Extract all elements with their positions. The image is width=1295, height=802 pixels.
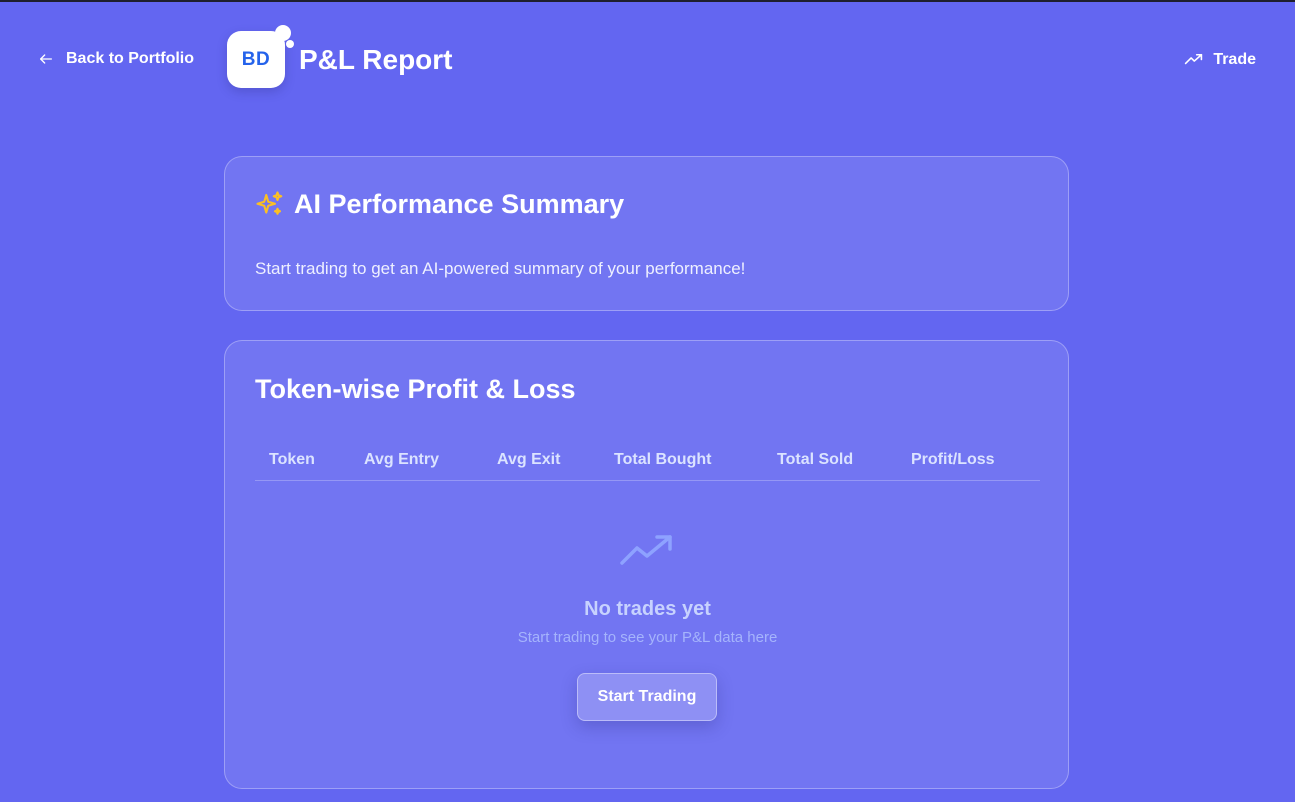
trending-up-icon [620, 535, 672, 565]
column-header-token: Token [269, 451, 315, 468]
trade-link[interactable]: Trade [1184, 50, 1256, 69]
column-header-total-sold: Total Sold [777, 451, 854, 468]
empty-state-subtitle: Start trading to see your P&L data here [517, 629, 778, 646]
column-header-profit-loss: Profit/Loss [911, 451, 995, 468]
column-header-avg-entry: Avg Entry [364, 451, 439, 468]
pnl-title: Token-wise Profit & Loss [255, 374, 576, 404]
logo-bubble-small [286, 40, 294, 48]
start-trading-button[interactable]: Start Trading [577, 673, 717, 721]
ai-summary-card: AI Performance Summary Start trading to … [224, 156, 1069, 311]
empty-state-title: No trades yet [584, 598, 711, 620]
trending-up-icon [1185, 53, 1203, 65]
page-title: P&L Report [299, 44, 453, 75]
window-top-border [0, 0, 1295, 2]
pnl-table-header: Token Avg Entry Avg Exit Total Bought To… [255, 441, 1040, 481]
back-to-portfolio-link[interactable]: Back to Portfolio [38, 50, 194, 68]
logo-bubble-large [275, 25, 291, 41]
ai-summary-title: AI Performance Summary [294, 189, 625, 219]
sparkles-icon [256, 190, 283, 215]
pnl-card: Token-wise Profit & Loss Token Avg Entry… [224, 340, 1069, 789]
trade-link-label: Trade [1213, 50, 1256, 68]
back-link-label: Back to Portfolio [66, 50, 195, 67]
ai-summary-heading: AI Performance Summary [255, 189, 624, 220]
column-header-avg-exit: Avg Exit [497, 451, 561, 468]
logo-text: BD [241, 48, 271, 70]
brand-logo[interactable]: BD [227, 31, 285, 88]
arrow-left-icon [40, 54, 52, 64]
column-header-total-bought: Total Bought [614, 451, 712, 468]
ai-summary-description: Start trading to get an AI-powered summa… [255, 259, 746, 278]
